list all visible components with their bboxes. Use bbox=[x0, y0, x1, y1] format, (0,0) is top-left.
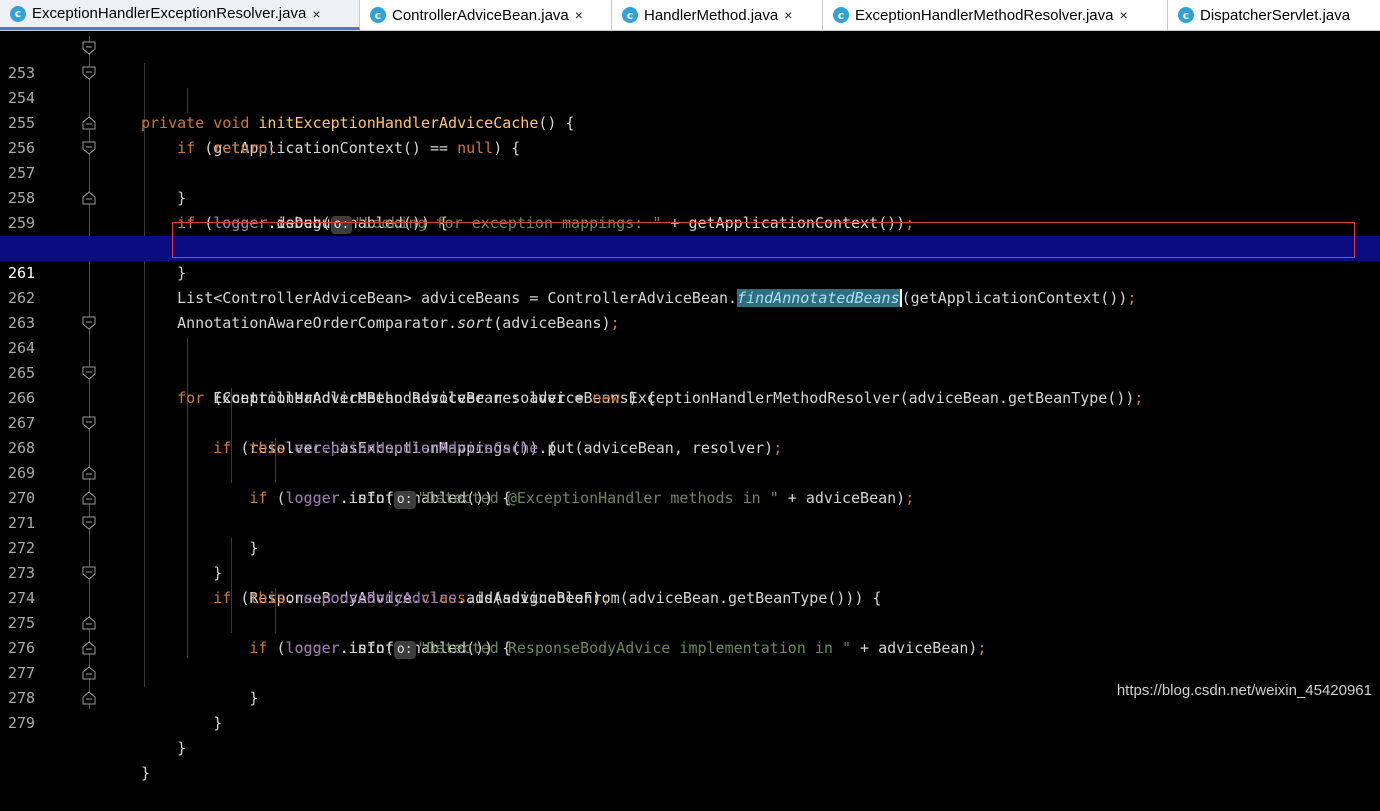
java-class-icon: c bbox=[10, 5, 26, 22]
code-line: 275 logger.info(o: "Detected ResponseBody… bbox=[0, 586, 1380, 659]
fold-close-icon[interactable] bbox=[82, 616, 96, 630]
tab-label: HandlerMethod.java bbox=[644, 6, 779, 24]
code-line: 270 } bbox=[0, 461, 1380, 557]
code-line: 262 AnnotationAwareOrderComparator.sort(… bbox=[0, 261, 1380, 332]
tab-label: ExceptionHandlerExceptionResolver.java bbox=[32, 5, 307, 22]
tab-handlermethod[interactable]: c HandlerMethod.java × bbox=[612, 0, 823, 30]
code-line: 258 logger.debug(o: "Looking for exceptio… bbox=[0, 161, 1380, 234]
code-line: 259 } bbox=[0, 186, 1380, 282]
tab-label: ExceptionHandlerMethodResolver.java bbox=[855, 6, 1114, 24]
java-class-icon: c bbox=[1178, 7, 1194, 23]
line-number: 279 bbox=[8, 714, 36, 732]
fold-close-icon[interactable] bbox=[82, 466, 96, 480]
fold-close-icon[interactable] bbox=[82, 666, 96, 680]
tab-exceptionhandlermethodresolver[interactable]: c ExceptionHandlerMethodResolver.java × bbox=[823, 0, 1168, 30]
code-line: 254 if (getApplicationContext() == null)… bbox=[0, 61, 1380, 157]
fold-open-icon[interactable] bbox=[82, 566, 96, 580]
fold-close-icon[interactable] bbox=[82, 116, 96, 130]
code-text: } bbox=[213, 714, 223, 732]
code-line: 266 if (resolver.hasExceptionMappings())… bbox=[0, 361, 1380, 457]
code-line: 264 for (ControllerAdviceBean adviceBean… bbox=[0, 311, 1380, 407]
tab-exceptionhandlerexceptionresolver[interactable]: c ExceptionHandlerExceptionResolver.java… bbox=[0, 0, 360, 30]
fold-close-icon[interactable] bbox=[82, 691, 96, 705]
code-line: 256 } bbox=[0, 111, 1380, 207]
tab-controlleradvicebean[interactable]: c ControllerAdviceBean.java × bbox=[360, 0, 612, 30]
fold-open-icon[interactable] bbox=[82, 141, 96, 155]
code-text: } bbox=[177, 739, 187, 757]
close-icon[interactable]: × bbox=[575, 7, 583, 23]
watermark: https://blog.csdn.net/weixin_45420961 bbox=[1116, 682, 1372, 699]
tab-label: ControllerAdviceBean.java bbox=[392, 6, 569, 24]
code-line: 276 } bbox=[0, 611, 1380, 707]
code-line: 267 this.exceptionHandlerAdviceCache.put… bbox=[0, 386, 1380, 457]
fold-close-icon[interactable] bbox=[82, 491, 96, 505]
close-icon[interactable]: × bbox=[1119, 7, 1127, 23]
fold-open-icon[interactable] bbox=[82, 66, 96, 80]
code-editor[interactable]: 253 private void initExceptionHandlerAdv… bbox=[0, 36, 1380, 782]
editor-tab-bar: c ExceptionHandlerExceptionResolver.java… bbox=[0, 0, 1380, 31]
fold-open-icon[interactable] bbox=[82, 516, 96, 530]
close-icon[interactable]: × bbox=[312, 6, 320, 22]
code-line: 257 if (logger.isDebugEnabled()) { bbox=[0, 136, 1380, 232]
code-line: 269 logger.info(o: "Detected @ExceptionHa… bbox=[0, 436, 1380, 509]
fold-close-icon[interactable] bbox=[82, 191, 96, 205]
java-class-icon: c bbox=[833, 7, 849, 23]
fold-open-icon[interactable] bbox=[82, 416, 96, 430]
fold-open-icon[interactable] bbox=[82, 316, 96, 330]
code-line: 277 } bbox=[0, 636, 1380, 732]
code-line: 272 if (ResponseBodyAdvice.class.isAssig… bbox=[0, 511, 1380, 607]
tab-label: DispatcherServlet.java bbox=[1200, 6, 1351, 24]
code-line: 253 private void initExceptionHandlerAdv… bbox=[0, 36, 1380, 132]
tab-dispatcherservlet[interactable]: c DispatcherServlet.java bbox=[1168, 0, 1380, 30]
fold-open-icon[interactable] bbox=[82, 366, 96, 380]
code-line: 263 bbox=[0, 286, 1380, 332]
code-text: } bbox=[141, 764, 151, 782]
java-class-icon: c bbox=[622, 7, 638, 23]
code-line: 265 ExceptionHandlerMethodResolver resol… bbox=[0, 336, 1380, 407]
code-line: 274 if (logger.isInfoEnabled()) { bbox=[0, 561, 1380, 657]
code-line: 255 return; bbox=[0, 86, 1380, 157]
close-icon[interactable]: × bbox=[784, 7, 792, 23]
code-line: 271 } bbox=[0, 486, 1380, 582]
annotation-box bbox=[172, 222, 1355, 258]
fold-open-icon[interactable] bbox=[82, 41, 96, 55]
code-line: 273 this.responseBodyAdvice.add(adviceBe… bbox=[0, 536, 1380, 607]
java-class-icon: c bbox=[370, 7, 386, 23]
fold-close-icon[interactable] bbox=[82, 641, 96, 655]
code-line: 268 if (logger.isInfoEnabled()) { bbox=[0, 411, 1380, 507]
